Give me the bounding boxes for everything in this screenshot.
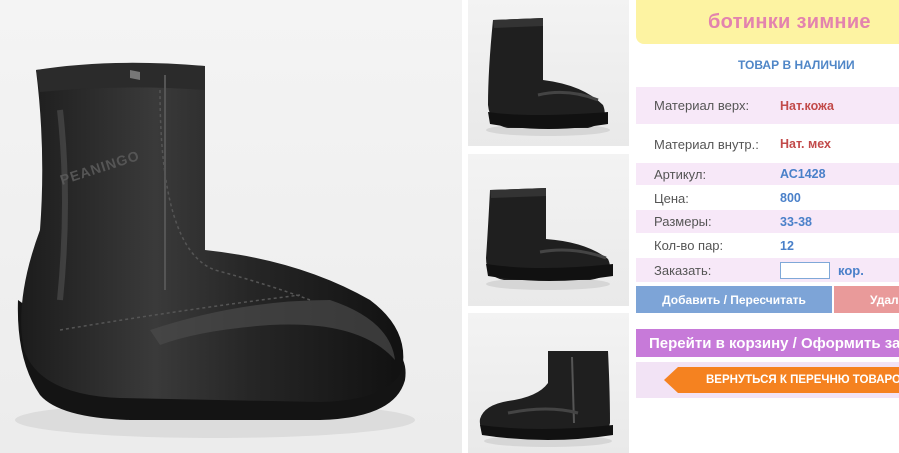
stock-status: ТОВАР В НАЛИЧИИ xyxy=(738,58,855,72)
go-to-cart-button[interactable]: Перейти в корзину / Оформить заказ xyxy=(636,329,899,357)
spec-row-material-inner: Материал внутр.: Нат. мех xyxy=(636,125,899,163)
boot-image-icon: PEANINGO xyxy=(15,62,415,438)
spec-row-pairs: Кол-во пар: 12 xyxy=(636,234,899,257)
spec-label: Материал внутр.: xyxy=(654,136,759,152)
spec-value: 33-38 xyxy=(780,214,812,229)
add-recalculate-button[interactable]: Добавить / Пересчитать xyxy=(636,286,832,313)
spec-label: Цена: xyxy=(654,190,689,206)
thumbnail-3[interactable] xyxy=(468,313,629,453)
spec-label: Артикул: xyxy=(654,166,707,182)
product-title: ботинки зимние xyxy=(708,10,871,33)
boot-thumb-icon xyxy=(479,351,613,447)
spec-value: АС1428 xyxy=(780,167,826,181)
main-product-image[interactable]: PEANINGO xyxy=(0,0,462,453)
thumbnail-2[interactable] xyxy=(468,154,629,306)
boot-thumb-icon xyxy=(486,18,610,136)
spec-row-article: Артикул: АС1428 xyxy=(636,163,899,185)
order-row: Заказать: кор. xyxy=(636,258,899,282)
boot-thumb-icon xyxy=(486,188,613,290)
spec-row-material-top: Материал верх: Нат.кожа xyxy=(636,87,899,124)
delete-button[interactable]: Удалить xyxy=(834,286,899,313)
spec-label: Кол-во пар: xyxy=(654,238,724,253)
spec-row-price: Цена: 800 xyxy=(636,187,899,209)
spec-value: Нат.кожа xyxy=(780,98,835,113)
spec-label: Размеры: xyxy=(654,214,712,229)
spec-label: Материал верх: xyxy=(654,98,750,113)
spec-value: 800 xyxy=(780,191,801,205)
product-title-bar: ботинки зимние xyxy=(636,0,899,44)
order-quantity-input[interactable] xyxy=(780,261,830,279)
thumbnail-1[interactable] xyxy=(468,0,629,146)
order-label: Заказать: xyxy=(654,262,712,278)
spec-value: 12 xyxy=(780,238,794,253)
back-to-list-button[interactable]: ВЕРНУТЬСЯ К ПЕРЕЧНЮ ТОВАРОВ xyxy=(664,367,899,393)
spec-row-sizes: Размеры: 33-38 xyxy=(636,210,899,233)
order-unit: кор. xyxy=(838,262,864,278)
spec-value: Нат. мех xyxy=(780,137,831,151)
back-button-container: ВЕРНУТЬСЯ К ПЕРЕЧНЮ ТОВАРОВ xyxy=(636,362,899,398)
